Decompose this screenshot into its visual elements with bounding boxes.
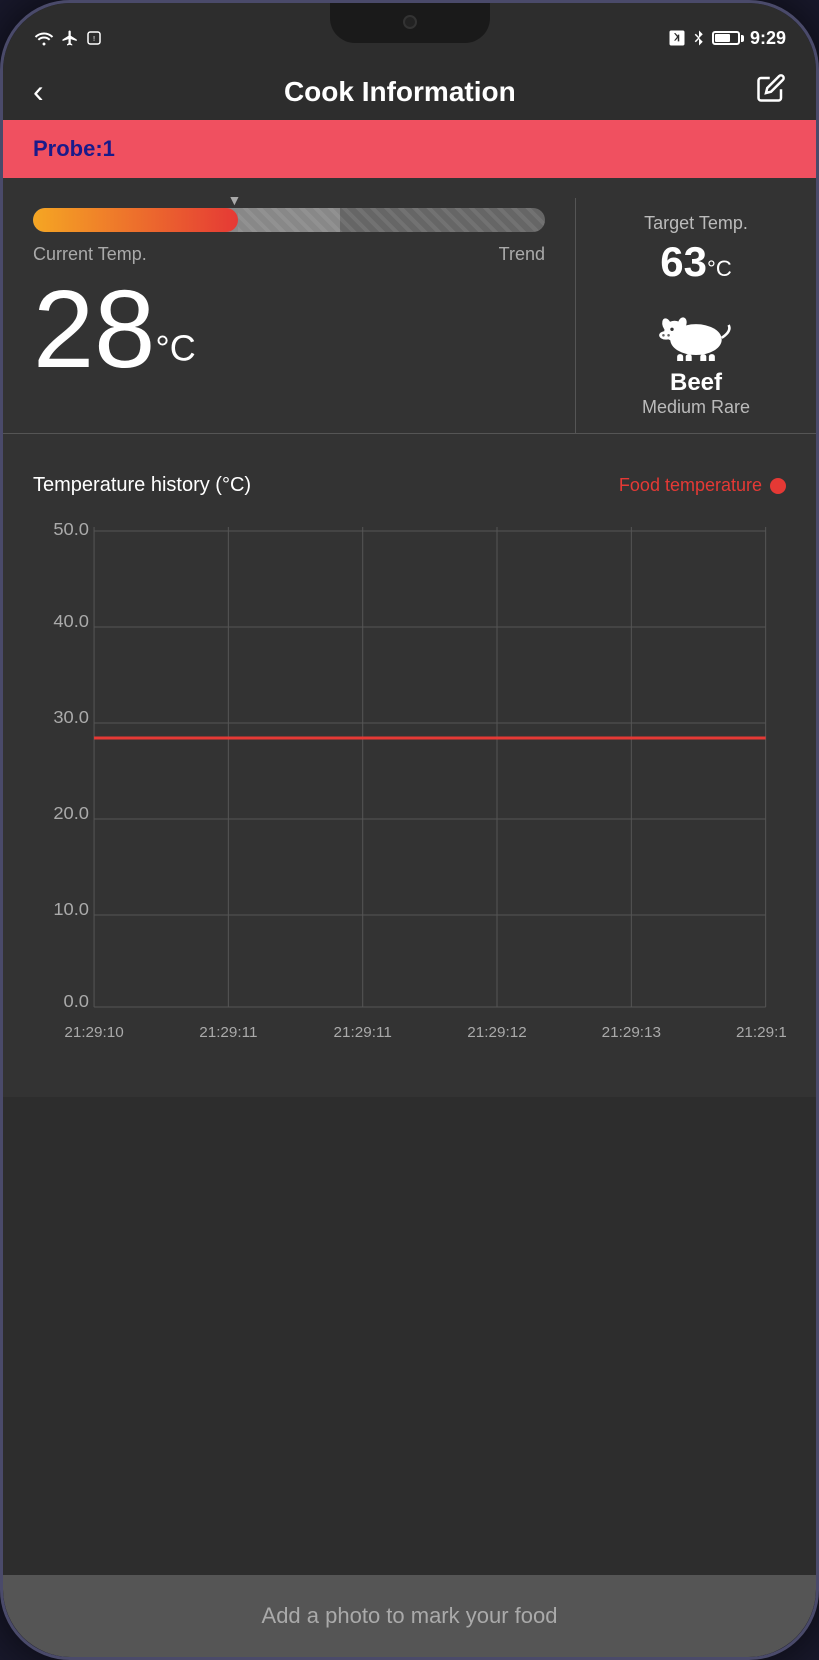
add-photo-button[interactable]: Add a photo to mark your food: [3, 1575, 816, 1657]
current-temp-value: 28: [33, 268, 155, 391]
edit-button[interactable]: [756, 73, 786, 110]
chart-header: Temperature history (°C) Food temperatur…: [33, 474, 786, 497]
chart-title: Temperature history (°C): [33, 474, 251, 497]
chart-container: 50.0 40.0 30.0 20.0 10.0 0.0: [33, 517, 786, 1077]
temp-section: ▼ Current Temp. Trend 28°C: [3, 178, 816, 454]
status-right: 9:29: [668, 28, 786, 49]
svg-text:21:29:10: 21:29:10: [64, 1024, 123, 1041]
svg-text:10.0: 10.0: [53, 899, 89, 919]
progress-striped: [238, 208, 545, 232]
target-temp-value: 63°C: [660, 238, 731, 286]
temperature-chart: 50.0 40.0 30.0 20.0 10.0 0.0: [33, 517, 786, 1077]
notification-icon: !: [85, 29, 103, 47]
target-temp-unit: °C: [707, 256, 732, 281]
temp-grid: ▼ Current Temp. Trend 28°C: [3, 198, 816, 434]
battery-icon: [712, 31, 744, 45]
wifi-icon: [33, 30, 55, 46]
progress-fill: [33, 208, 238, 232]
svg-text:21:29:12: 21:29:12: [467, 1024, 526, 1041]
progress-arrow: ▼: [228, 192, 242, 208]
phone-frame: !: [0, 0, 819, 1660]
target-temp-panel: Target Temp. 63°C: [576, 198, 816, 433]
target-temp-label: Target Temp.: [644, 213, 748, 234]
svg-text:21:29:13: 21:29:13: [602, 1024, 661, 1041]
add-photo-label: Add a photo to mark your food: [262, 1603, 558, 1628]
current-temp-label: Current Temp.: [33, 244, 147, 265]
chart-legend: Food temperature: [619, 475, 786, 496]
svg-text:!: !: [93, 34, 95, 43]
trend-label: Trend: [499, 244, 545, 265]
legend-dot: [770, 478, 786, 494]
current-temp-panel: ▼ Current Temp. Trend 28°C: [3, 198, 576, 433]
airplane-icon: [61, 29, 79, 47]
progress-bar: [33, 208, 545, 232]
status-bar: !: [3, 3, 816, 63]
chart-section: Temperature history (°C) Food temperatur…: [3, 454, 816, 1097]
page-title: Cook Information: [284, 76, 516, 108]
svg-text:20.0: 20.0: [53, 803, 89, 823]
legend-label: Food temperature: [619, 475, 762, 496]
svg-text:50.0: 50.0: [53, 519, 89, 539]
phone-screen: !: [3, 3, 816, 1657]
camera-icon: [403, 15, 417, 29]
svg-text:30.0: 30.0: [53, 707, 89, 727]
svg-text:40.0: 40.0: [53, 611, 89, 631]
current-temp-display: 28°C: [33, 275, 545, 385]
current-temp-unit: °C: [155, 328, 195, 369]
meat-doneness: Medium Rare: [642, 397, 750, 418]
back-button[interactable]: ‹: [33, 73, 44, 110]
svg-text:21:29:14: 21:29:14: [736, 1024, 786, 1041]
cow-icon: [651, 301, 741, 361]
probe-banner: Probe:1: [3, 120, 816, 178]
svg-text:21:29:11: 21:29:11: [334, 1024, 392, 1041]
notch: [330, 3, 490, 43]
meat-type: Beef: [670, 369, 722, 397]
nav-bar: ‹ Cook Information: [3, 63, 816, 120]
probe-label: Probe:1: [33, 136, 115, 162]
bluetooth-icon: [692, 29, 706, 47]
svg-text:21:29:11: 21:29:11: [199, 1024, 257, 1041]
status-time: 9:29: [750, 28, 786, 49]
status-left: !: [33, 29, 103, 47]
progress-container: ▼: [33, 208, 545, 232]
temp-bar-labels: Current Temp. Trend: [33, 244, 545, 265]
svg-text:0.0: 0.0: [64, 991, 89, 1011]
nfc-icon: [668, 29, 686, 47]
